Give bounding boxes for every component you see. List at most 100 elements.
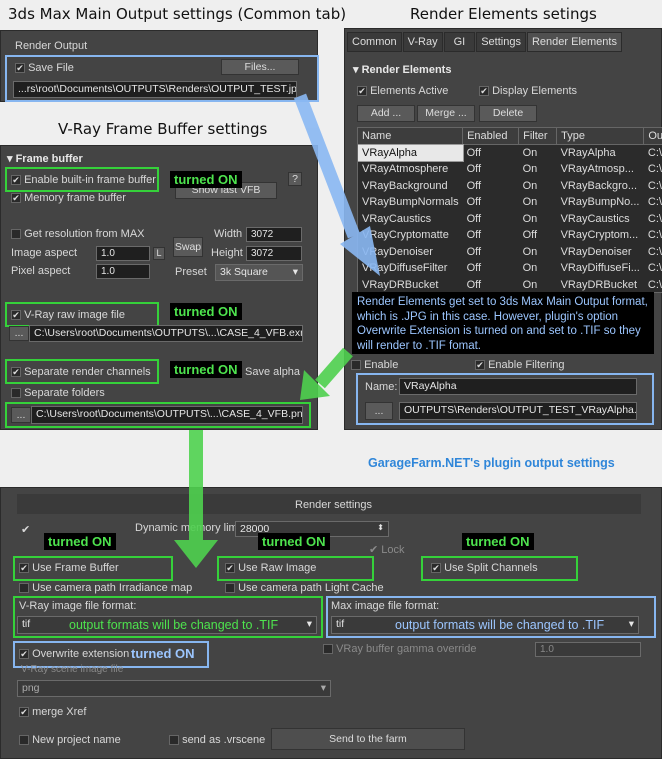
memory-fb-checkbox[interactable]: ✔ Memory frame buffer	[11, 192, 126, 204]
save-alpha-label[interactable]: Save alpha	[245, 366, 300, 378]
save-file-checkbox[interactable]: ✔ Save File	[15, 62, 74, 74]
use-frame-buffer-label: Use Frame Buffer	[32, 562, 119, 574]
separate-folders-label: Separate folders	[24, 387, 105, 399]
render-output-group-label: Render Output	[15, 40, 88, 52]
vray-format-note: output formats will be changed to .TIF	[69, 618, 279, 632]
cell: Off	[466, 147, 482, 159]
help-button[interactable]: ?	[288, 172, 302, 186]
table-row[interactable]: VRayDRBucket Off On VRayDRBucket C:\	[358, 277, 662, 293]
rollout-title-text: Frame buffer	[15, 153, 83, 165]
elements-list[interactable]: Name Enabled Filter Type Ou VRayAlpha Off…	[357, 127, 662, 293]
irradiance-map-checkbox[interactable]: Use camera path Irradiance map	[19, 582, 192, 594]
preset-dropdown[interactable]: 3k Square ▾	[215, 264, 303, 281]
enable-label: Enable	[364, 359, 399, 371]
heading-garagefarm: GarageFarm.NET's plugin output settings	[368, 456, 615, 470]
table-row[interactable]: VRayAlpha Off On VRayAlpha C:\	[358, 143, 662, 162]
lock-aspect-button[interactable]: L	[153, 247, 165, 260]
image-aspect-spinner[interactable]: 1.0	[96, 246, 150, 261]
new-project-checkbox[interactable]: New project name	[19, 734, 121, 746]
cell: Off	[466, 262, 482, 275]
cell: C:\	[647, 245, 662, 258]
cell: VRayDiffuseFi...	[560, 262, 640, 275]
enable-filtering-label: Enable Filtering	[488, 359, 565, 371]
table-row[interactable]: VRayCaustics Off On VRayCaustics C:\	[358, 211, 662, 228]
elements-active-checkbox[interactable]: ✔ Elements Active	[357, 85, 448, 97]
light-cache-checkbox[interactable]: Use camera path Light Cache	[225, 582, 384, 594]
table-row[interactable]: VRayDiffuseFilter Off On VRayDiffuseFi... C:…	[358, 260, 662, 277]
tab-settings[interactable]: Settings	[476, 32, 526, 52]
raw-image-checkbox[interactable]: ✔ V-Ray raw image file	[11, 309, 125, 321]
cell: Off	[466, 179, 482, 192]
tab-gi[interactable]: GI	[443, 32, 476, 52]
height-spinner[interactable]: 3072	[246, 246, 302, 261]
use-frame-buffer-checkbox[interactable]: ✔ Use Frame Buffer	[19, 562, 119, 574]
checkbox-unchecked-icon	[225, 583, 235, 594]
tab-common[interactable]: Common	[347, 32, 402, 52]
output-path-field[interactable]: ...rs\root\Documents\OUTPUTS\Renders\OUT…	[13, 81, 297, 98]
pixel-aspect-spinner[interactable]: 1.0	[96, 264, 150, 279]
cell: Off	[466, 245, 482, 258]
merge-xref-checkbox[interactable]: ✔ merge Xref	[19, 706, 86, 718]
cell: VRayCryptom...	[560, 229, 639, 242]
separate-channels-checkbox[interactable]: ✔ Separate render channels	[11, 366, 151, 378]
table-row[interactable]: VRayBumpNormals Off On VRayBumpNo... C:\	[358, 194, 662, 211]
lock-checkbox[interactable]: ✔ Lock	[369, 543, 405, 556]
send-vrscene-checkbox[interactable]: send as .vrscene	[169, 734, 265, 746]
separate-folders-checkbox[interactable]: Separate folders	[11, 387, 105, 399]
tab-render-elements[interactable]: Render Elements	[526, 32, 622, 52]
raw-image-path-field[interactable]: C:\Users\root\Documents\OUTPUTS\...\CASE…	[29, 325, 303, 342]
swap-button[interactable]: Swap	[173, 237, 203, 257]
files-button[interactable]: Files...	[221, 59, 299, 75]
checkbox-checked-icon: ✔	[225, 563, 235, 574]
checkbox-checked-icon: ✔	[19, 649, 29, 660]
element-browse-button[interactable]: ...	[365, 402, 393, 420]
table-row[interactable]: VRayDenoiser Off On VRayDenoiser C:\	[358, 244, 662, 261]
get-resolution-checkbox[interactable]: Get resolution from MAX	[11, 228, 145, 240]
column-header[interactable]: Name	[358, 128, 463, 145]
gamma-value-input[interactable]: 1.0	[535, 642, 641, 657]
display-elements-label: Display Elements	[492, 85, 578, 97]
element-name-field[interactable]: VRayAlpha	[399, 378, 637, 395]
element-path-field[interactable]: OUTPUTS\Renders\OUTPUT_TEST_VRayAlpha.jp…	[399, 402, 637, 420]
use-raw-image-checkbox[interactable]: ✔ Use Raw Image	[225, 562, 316, 574]
table-row[interactable]: VRayBackground Off On VRayBackgro... C:\	[358, 178, 662, 195]
heading-common-tab: 3ds Max Main Output settings (Common tab…	[8, 5, 347, 23]
cell: Off	[466, 163, 482, 176]
cell: VRayDiffuseFilter	[362, 262, 448, 275]
cell: VRayAtmosp...	[560, 163, 634, 176]
cell: On	[522, 278, 538, 291]
column-header[interactable]: Ou	[643, 128, 662, 145]
enable-filtering-checkbox[interactable]: ✔ Enable Filtering	[475, 359, 565, 371]
send-to-farm-button[interactable]: Send to the farm	[271, 728, 465, 750]
cell: VRayBackground	[362, 179, 448, 192]
width-spinner[interactable]: 3072	[246, 227, 302, 242]
render-elements-rollout-title[interactable]: ▾ Render Elements	[353, 63, 451, 76]
checkbox-unchecked-icon	[19, 583, 29, 594]
column-header[interactable]: Enabled	[462, 128, 519, 145]
display-elements-checkbox[interactable]: ✔ Display Elements	[479, 85, 577, 97]
column-header[interactable]: Filter	[518, 128, 557, 145]
overwrite-extension-checkbox[interactable]: ✔ Overwrite extension	[19, 648, 129, 660]
column-header[interactable]: Type	[556, 128, 644, 145]
channels-browse-button[interactable]: ...	[11, 407, 31, 423]
raw-browse-button[interactable]: ...	[9, 326, 29, 341]
tab-vray[interactable]: V-Ray	[402, 32, 443, 52]
frame-buffer-rollout-title[interactable]: ▾ Frame buffer	[7, 152, 83, 165]
delete-button[interactable]: Delete	[479, 105, 537, 122]
turned-on-label: turned ON	[131, 646, 195, 661]
enable-builtin-checkbox[interactable]: ✔ Enable built-in frame buffer	[11, 174, 156, 186]
table-row[interactable]: VRayAtmosphere Off On VRayAtmosp... C:\	[358, 161, 662, 178]
vrscene-format-dropdown[interactable]: png ▾	[17, 680, 331, 697]
use-split-channels-checkbox[interactable]: ✔ Use Split Channels	[431, 562, 538, 574]
table-row[interactable]: VRayCryptomatte Off Off VRayCryptom... C:\	[358, 227, 662, 244]
main-output-panel: Render Output ✔ Save File Files... ...rs…	[0, 30, 319, 102]
save-file-label: Save File	[28, 62, 74, 74]
enable-checkbox[interactable]: Enable	[351, 359, 398, 371]
max-format-note: output formats will be changed to .TIF	[395, 618, 605, 632]
merge-button[interactable]: Merge ...	[417, 105, 475, 122]
add-button[interactable]: Add ...	[357, 105, 415, 122]
turned-on-label: turned ON	[44, 533, 116, 550]
gamma-override-checkbox[interactable]: VRay buffer gamma override	[323, 643, 476, 655]
memory-checkbox[interactable]: ✔	[21, 523, 30, 536]
channels-path-field[interactable]: C:\Users\root\Documents\OUTPUTS\...\CASE…	[31, 406, 303, 424]
